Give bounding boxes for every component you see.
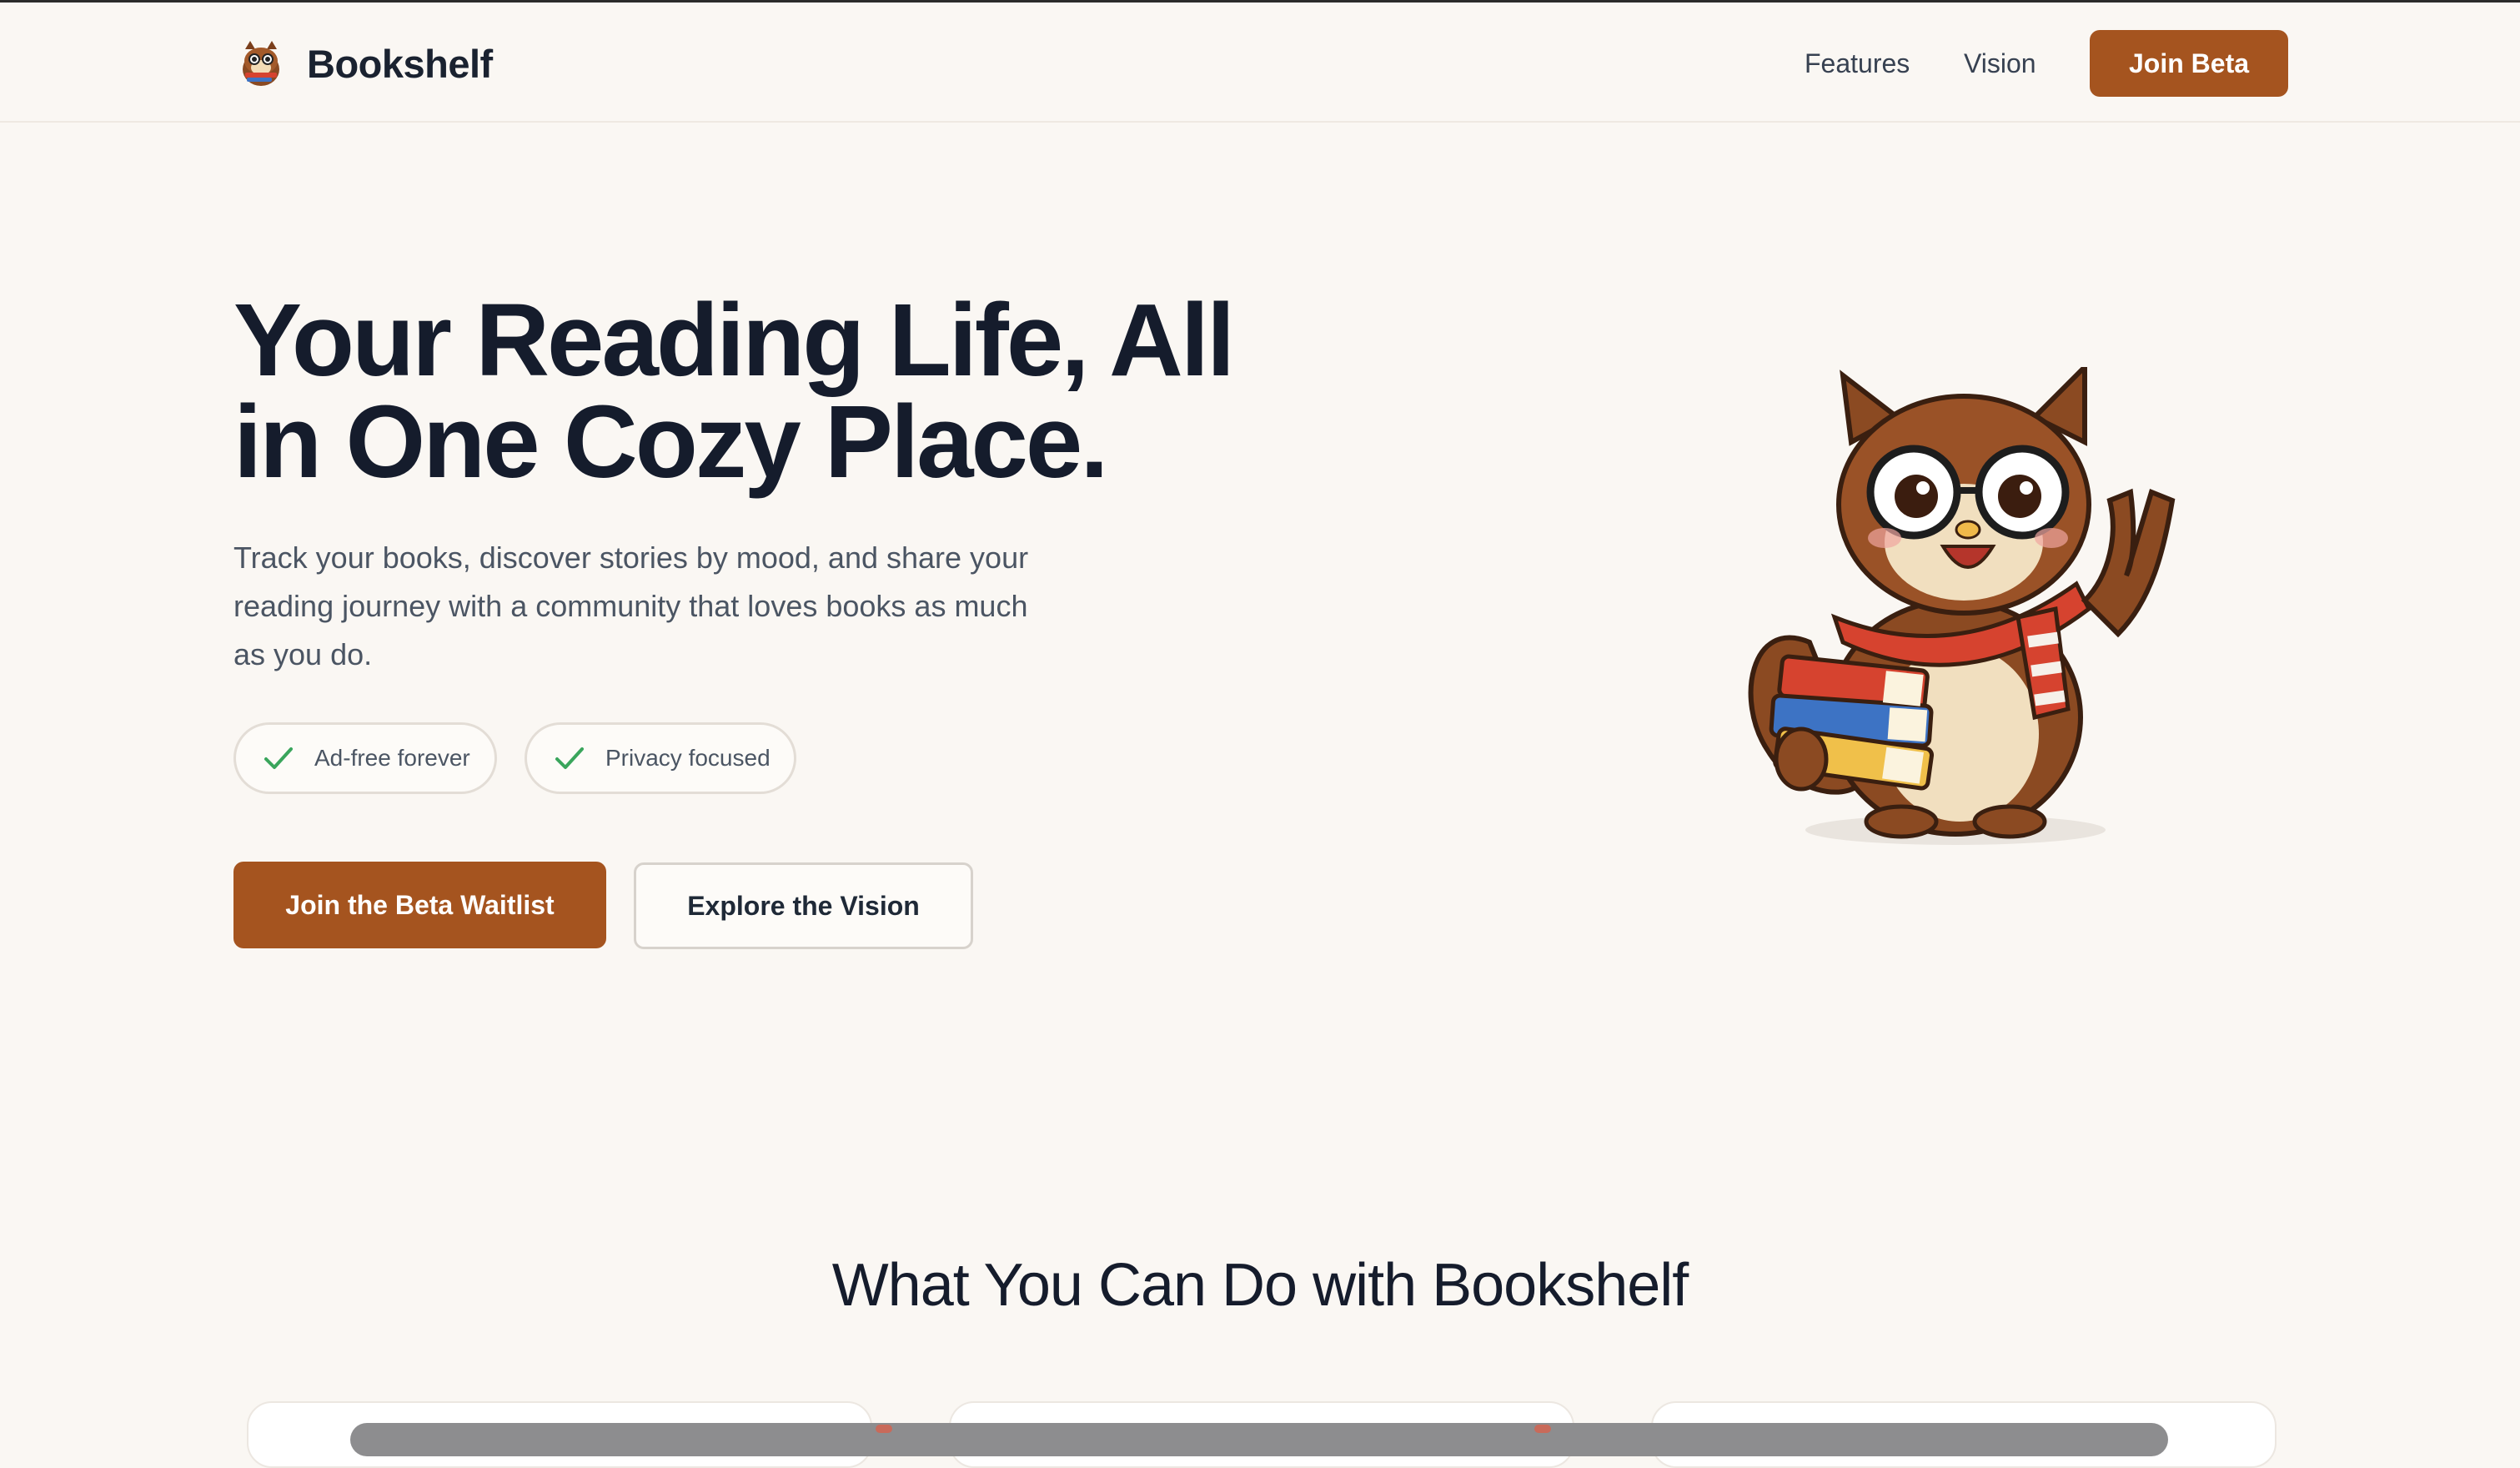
squirrel-logo-icon <box>243 41 279 86</box>
badge-privacy-label: Privacy focused <box>605 745 771 771</box>
badge-ad-free: Ad-free forever <box>233 722 497 794</box>
explore-vision-button[interactable]: Explore the Vision <box>634 862 973 949</box>
check-icon <box>555 747 584 769</box>
navbar: Bookshelf Features Vision Join Beta <box>0 3 2520 123</box>
badge-ad-free-label: Ad-free forever <box>314 745 470 771</box>
brand[interactable]: Bookshelf <box>233 36 493 91</box>
device-preview-dot <box>1534 1425 1551 1433</box>
hero-title-line-2: in One Cozy Place. <box>233 385 1109 500</box>
nav-link-features[interactable]: Features <box>1805 44 1910 83</box>
brand-name: Bookshelf <box>307 41 493 86</box>
join-beta-button[interactable]: Join Beta <box>2090 30 2288 97</box>
hero-subtitle: Track your books, discover stories by mo… <box>233 540 1029 671</box>
nav-link-vision[interactable]: Vision <box>1964 44 2036 83</box>
features-section-title: What You Can Do with Bookshelf <box>831 1252 1689 1319</box>
device-preview-dot <box>876 1425 892 1433</box>
badge-privacy: Privacy focused <box>525 722 796 794</box>
hero-title: Your Reading Life, All in One Cozy Place… <box>233 289 1284 494</box>
join-waitlist-button[interactable]: Join the Beta Waitlist <box>233 862 606 948</box>
device-preview-frame <box>350 1423 2168 1456</box>
check-icon <box>264 747 293 769</box>
hero-title-line-1: Your Reading Life, All <box>233 284 1235 398</box>
squirrel-mascot-illustration <box>1748 367 2176 845</box>
